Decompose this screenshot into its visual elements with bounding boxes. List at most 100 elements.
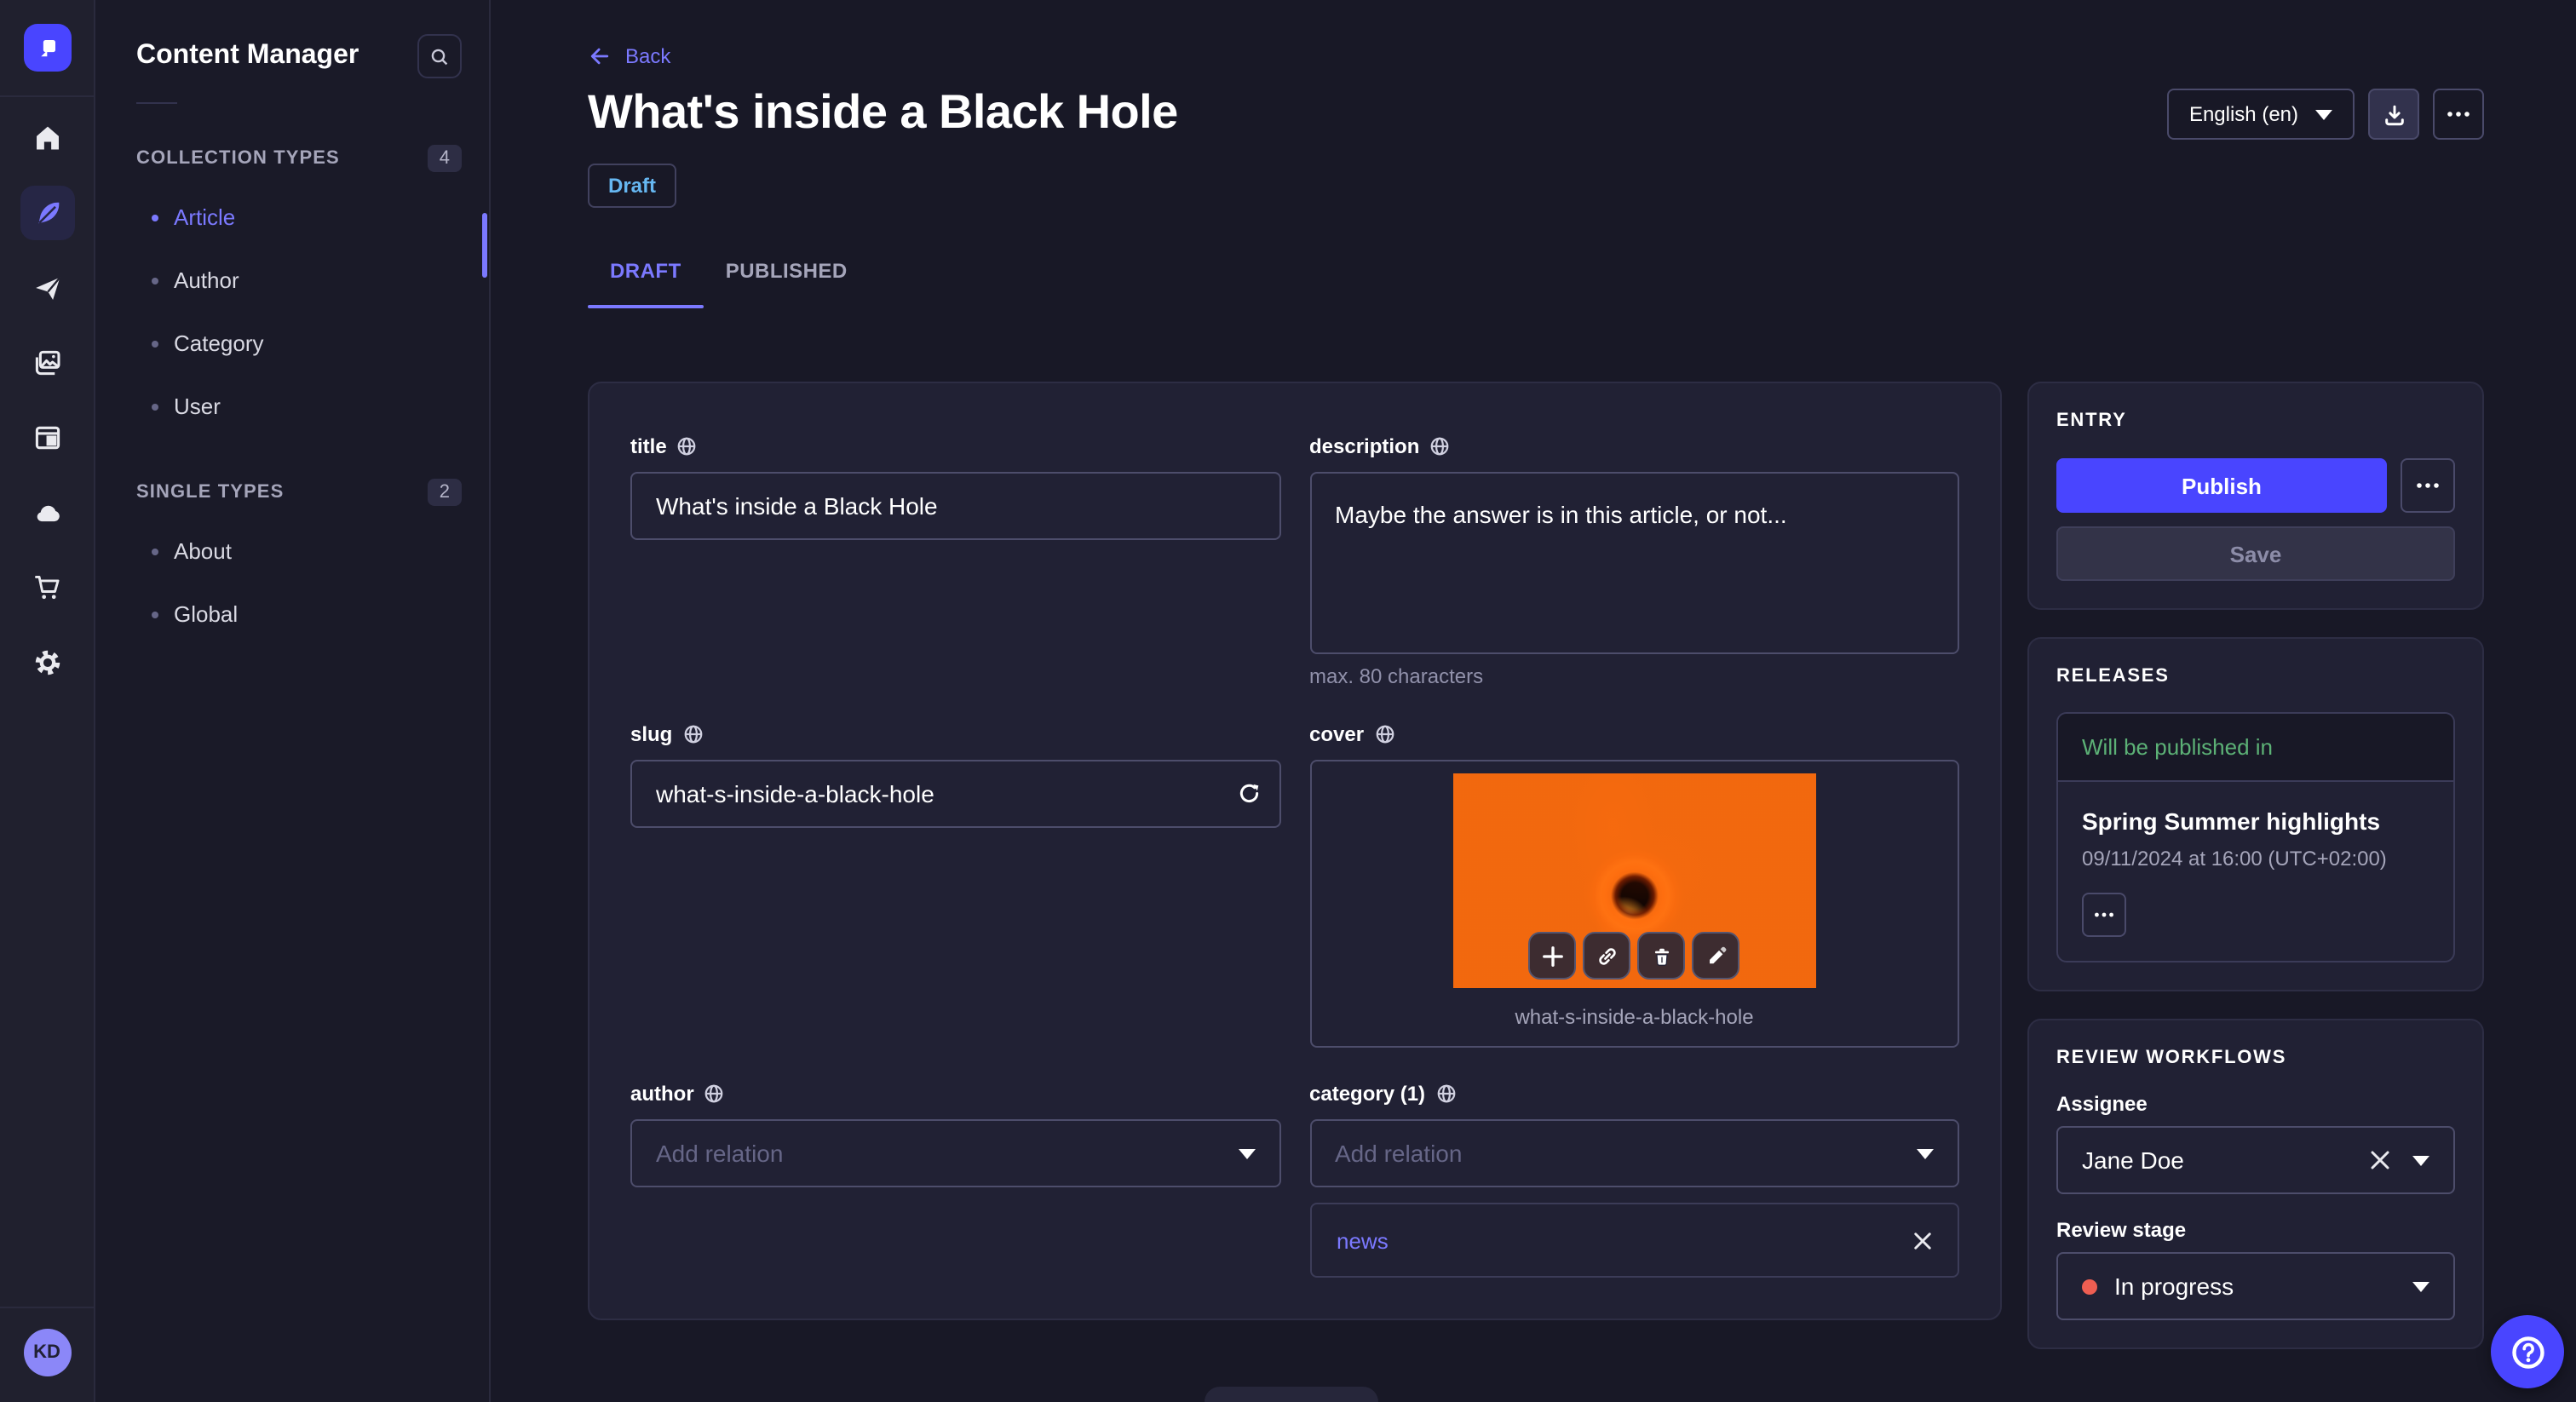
release-name: Spring Summer highlights	[2082, 807, 2381, 835]
release-plane-icon[interactable]	[20, 261, 74, 315]
field-slug: slug what-s-inside-a-black-hole	[630, 722, 1280, 1048]
settings-gear-icon[interactable]	[20, 635, 74, 690]
field-category: category (1) Add relation news	[1309, 1082, 1959, 1278]
description-textarea[interactable]: Maybe the answer is in this article, or …	[1309, 472, 1959, 654]
marketplace-cart-icon[interactable]	[20, 560, 74, 615]
cover-image-black-hole	[1452, 773, 1816, 988]
strapi-admin: KD Content Manager COLLECTION TYPES 4 Ar…	[0, 0, 2576, 1402]
question-mark-icon	[2511, 1336, 2544, 1368]
content-type-builder-icon[interactable]	[20, 411, 74, 465]
release-card-header: Will be published in	[2058, 714, 2453, 782]
assignee-label: Assignee	[2056, 1092, 2148, 1116]
right-sidebar: ENTRY Publish Save RELEASES Will be publ…	[2027, 382, 2484, 1349]
trash-icon	[1654, 947, 1669, 965]
clear-assignee-button[interactable]	[2370, 1150, 2390, 1170]
tab-draft[interactable]: DRAFT	[588, 249, 704, 308]
link-icon	[1598, 947, 1616, 964]
publish-button[interactable]: Publish	[2056, 458, 2387, 513]
chevron-down-icon	[2412, 1155, 2429, 1165]
entry-form-panel: title What's inside a Black Hole descrip…	[588, 382, 2002, 1320]
subnav-title: Content Manager	[136, 41, 359, 70]
bottom-toolbar-peek[interactable]	[1205, 1387, 1378, 1402]
rail-bottom-divider	[0, 1307, 95, 1308]
content-manager-icon[interactable]	[20, 186, 74, 240]
locale-globe-icon	[678, 437, 697, 456]
release-more-button[interactable]	[2082, 893, 2126, 937]
edit-view: Back What's inside a Black Hole English …	[491, 0, 2576, 1402]
header-more-button[interactable]	[2433, 89, 2484, 140]
edit-media-button[interactable]	[1692, 932, 1740, 980]
rail-bottom: KD	[0, 1307, 95, 1402]
search-button[interactable]	[417, 34, 462, 78]
review-stage-label: Review stage	[2056, 1218, 2187, 1242]
tab-published[interactable]: PUBLISHED	[704, 249, 870, 308]
entry-more-button[interactable]	[2401, 458, 2455, 513]
locale-select[interactable]: English (en)	[2166, 89, 2355, 140]
title-input[interactable]: What's inside a Black Hole	[630, 472, 1280, 540]
section-label: COLLECTION TYPES	[136, 148, 340, 169]
field-label: category (1)	[1309, 1082, 1959, 1106]
field-label: cover	[1309, 722, 1959, 746]
assignee-combobox[interactable]: Jane Doe	[2056, 1126, 2455, 1194]
refresh-icon	[1239, 784, 1258, 803]
entry-actions: Publish	[2056, 458, 2455, 513]
section-label: SINGLE TYPES	[136, 482, 285, 503]
bullet-icon	[152, 403, 158, 410]
subnav-header: Content Manager	[95, 0, 489, 78]
chevron-down-icon	[2315, 109, 2332, 119]
field-description: description Maybe the answer is in this …	[1309, 434, 1959, 688]
author-relation-combobox[interactable]: Add relation	[630, 1119, 1280, 1187]
sidebar-item-global[interactable]: Global	[95, 583, 489, 646]
export-button[interactable]	[2368, 89, 2419, 140]
more-dots-icon	[2447, 112, 2470, 117]
locale-globe-icon	[1431, 437, 1449, 456]
media-library-icon[interactable]	[20, 336, 74, 390]
home-icon[interactable]	[20, 111, 74, 165]
strapi-logo[interactable]	[23, 24, 71, 72]
sidebar-item-user[interactable]: User	[95, 375, 489, 438]
version-tabs: DRAFT PUBLISHED	[588, 249, 2484, 308]
title-row: What's inside a Black Hole English (en)	[588, 85, 2484, 140]
sidebar-item-author[interactable]: Author	[95, 249, 489, 312]
chevron-down-icon	[1238, 1148, 1255, 1158]
locale-globe-icon	[1436, 1084, 1455, 1103]
section-count-badge: 2	[427, 479, 462, 506]
add-media-button[interactable]	[1528, 932, 1577, 980]
slug-input[interactable]: what-s-inside-a-black-hole	[630, 760, 1280, 828]
remove-relation-button[interactable]	[1913, 1231, 1932, 1250]
chevron-down-icon	[1917, 1148, 1934, 1158]
close-icon	[2371, 1151, 2389, 1169]
rail-icon-list	[20, 111, 74, 690]
panel-title: REVIEW WORKFLOWS	[2056, 1048, 2287, 1068]
bullet-icon	[152, 277, 158, 284]
bullet-icon	[152, 548, 158, 554]
cover-media-card: what-s-inside-a-black-hole	[1309, 760, 1959, 1048]
bullet-icon	[152, 214, 158, 221]
back-link[interactable]: Back	[588, 44, 670, 68]
relation-link[interactable]: news	[1337, 1227, 1389, 1253]
regenerate-slug-button[interactable]	[1234, 781, 1260, 807]
copy-link-button[interactable]	[1583, 932, 1631, 980]
category-relation-combobox[interactable]: Add relation	[1309, 1119, 1959, 1187]
chevron-down-icon	[2412, 1281, 2429, 1291]
main-nav-rail: KD	[0, 0, 95, 1402]
locale-globe-icon	[683, 725, 702, 744]
header-actions: English (en)	[2166, 89, 2484, 140]
save-button[interactable]: Save	[2056, 526, 2455, 581]
review-workflows-panel: REVIEW WORKFLOWS Assignee Jane Doe Revie…	[2027, 1019, 2484, 1349]
section-collection-types: COLLECTION TYPES 4 Article Author Catego…	[95, 145, 489, 438]
sidebar-item-article[interactable]: Article	[95, 186, 489, 249]
page-title: What's inside a Black Hole	[588, 85, 1178, 138]
help-button[interactable]	[2491, 1315, 2564, 1388]
delete-media-button[interactable]	[1637, 932, 1686, 980]
sidebar-item-category[interactable]: Category	[95, 312, 489, 375]
sidebar-item-about[interactable]: About	[95, 520, 489, 583]
nav-items: About Global	[95, 520, 489, 646]
field-label: author	[630, 1082, 1280, 1106]
user-avatar[interactable]: KD	[23, 1329, 71, 1376]
subnav-scrollbar[interactable]	[482, 213, 487, 278]
search-icon	[431, 48, 448, 65]
cloud-icon[interactable]	[20, 486, 74, 540]
field-author: author Add relation	[630, 1082, 1280, 1278]
review-stage-combobox[interactable]: In progress	[2056, 1252, 2455, 1320]
